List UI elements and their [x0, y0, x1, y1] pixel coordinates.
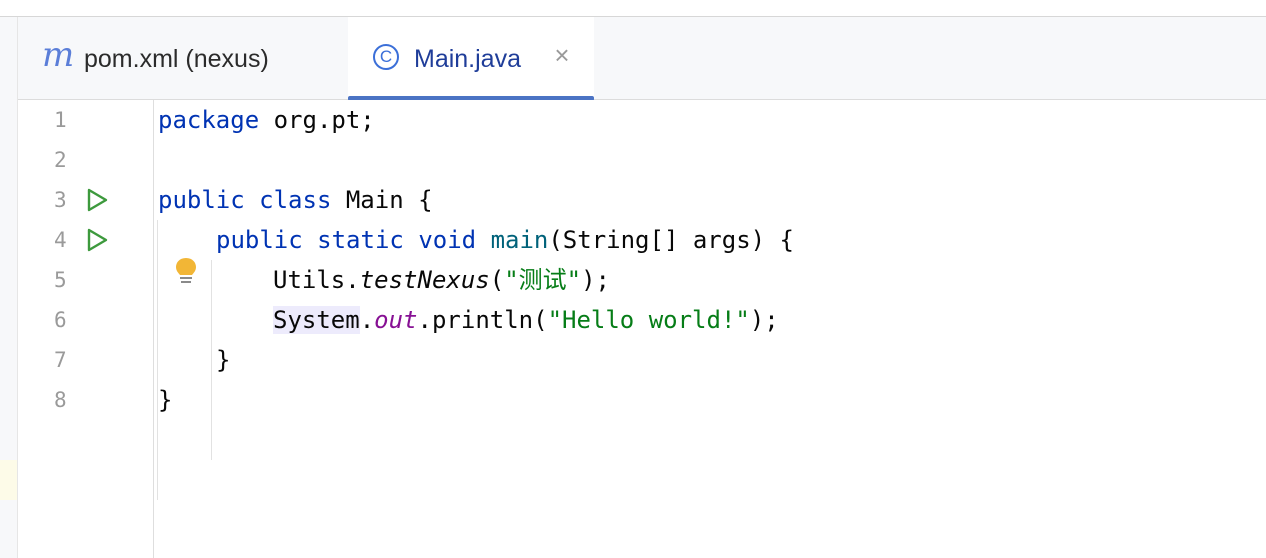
class-ref: Utils.	[273, 266, 360, 294]
gutter-row: 4	[18, 220, 153, 260]
gutter-row: 5	[18, 260, 153, 300]
keyword: class	[259, 186, 332, 214]
tab-pom-xml[interactable]: m pom.xml (nexus)	[18, 17, 348, 99]
gutter-row: 2	[18, 140, 153, 180]
code-text: public class Main {	[158, 180, 433, 220]
class-ref: System	[273, 306, 360, 334]
gutter-row: 6	[18, 300, 153, 340]
tab-label: pom.xml (nexus)	[84, 45, 269, 73]
tab-main-java[interactable]: C Main.java ×	[348, 17, 594, 101]
maven-module-icon: m	[42, 35, 75, 75]
close-icon[interactable]: ×	[548, 41, 576, 69]
code-line: }	[154, 340, 1266, 380]
editor-gutter: 1 2 3 4 5 6 7 8	[18, 100, 154, 558]
code-line: System.out.println("Hello world!");	[154, 300, 1266, 340]
code-token: .	[359, 306, 375, 334]
code-text: package org.pt;	[158, 100, 375, 140]
code-text: }	[216, 346, 231, 374]
code-editor[interactable]: package org.pt; public class Main { publ…	[154, 100, 1266, 558]
line-number: 2	[54, 148, 67, 172]
code-text: System.out.println("Hello world!");	[273, 300, 779, 340]
code-token: org.pt;	[259, 106, 375, 134]
run-icon[interactable]	[84, 187, 110, 213]
code-token: (String[] args) {	[548, 226, 794, 254]
static-field: out	[374, 306, 418, 334]
line-number: 8	[54, 388, 67, 412]
method-name: main	[490, 226, 549, 254]
window-top-strip	[0, 0, 1266, 17]
code-line: package org.pt;	[154, 100, 1266, 140]
java-class-icon: C	[373, 44, 399, 70]
string-literal: "测试"	[504, 266, 582, 294]
gutter-row: 1	[18, 100, 153, 140]
gutter-row: 7	[18, 340, 153, 380]
keyword: public	[158, 186, 245, 214]
code-token: Main {	[331, 186, 433, 214]
left-tool-rail	[0, 17, 18, 558]
line-number: 1	[54, 108, 67, 132]
code-token: (	[489, 266, 505, 294]
code-line: }	[154, 380, 1266, 420]
keyword: package	[158, 106, 260, 134]
code-line: public class Main {	[154, 180, 1266, 220]
line-number: 5	[54, 268, 67, 292]
gutter-row: 8	[18, 380, 153, 420]
rail-highlight	[0, 460, 17, 500]
gutter-row: 3	[18, 180, 153, 220]
keyword: void	[418, 226, 477, 254]
code-line: Utils.testNexus("测试");	[154, 260, 1266, 300]
run-icon[interactable]	[84, 227, 110, 253]
line-number: 4	[54, 228, 67, 252]
keyword: static	[317, 226, 404, 254]
static-method: testNexus	[359, 266, 490, 294]
code-token: .println(	[417, 306, 548, 334]
line-number: 7	[54, 348, 67, 372]
code-text: Utils.testNexus("测试");	[273, 260, 610, 300]
code-line: public static void main(String[] args) {	[154, 220, 1266, 260]
line-number: 3	[54, 188, 67, 212]
code-token: );	[581, 266, 611, 294]
code-token: );	[749, 306, 779, 334]
editor-tab-bar: m pom.xml (nexus) C Main.java ×	[18, 17, 1266, 101]
keyword: public	[216, 226, 303, 254]
line-number: 6	[54, 308, 67, 332]
tab-label: Main.java	[414, 45, 521, 73]
string-literal: "Hello world!"	[547, 306, 750, 334]
code-text: public static void main(String[] args) {	[216, 220, 794, 260]
code-text: }	[158, 386, 173, 414]
